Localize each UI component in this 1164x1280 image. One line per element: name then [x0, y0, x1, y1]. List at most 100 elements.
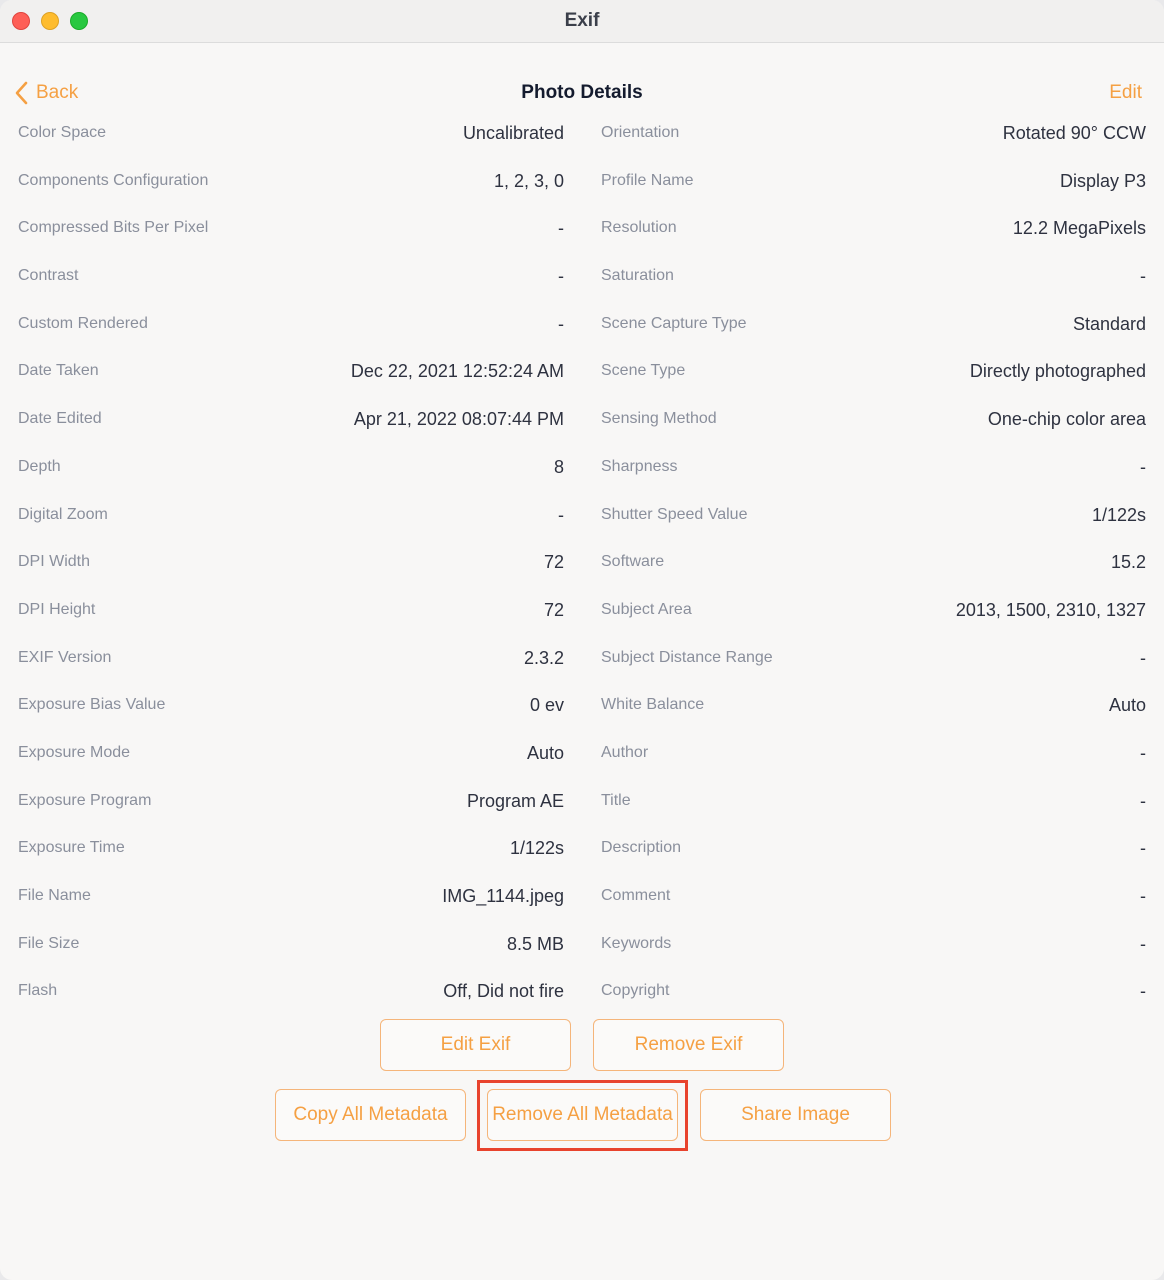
remove-exif-button[interactable]: Remove Exif	[593, 1019, 784, 1071]
metadata-label: Compressed Bits Per Pixel	[18, 219, 209, 237]
metadata-row: Exposure Mode Auto	[18, 732, 564, 780]
metadata-value: -	[1140, 266, 1146, 287]
copy-all-metadata-button[interactable]: Copy All Metadata	[275, 1089, 466, 1141]
metadata-value: Display P3	[1059, 170, 1146, 191]
metadata-row: Sharpness -	[601, 446, 1146, 494]
metadata-label: Digital Zoom	[18, 505, 108, 523]
metadata-value: -	[1140, 647, 1146, 668]
edit-button[interactable]: Edit	[1109, 82, 1142, 104]
metadata-row: EXIF Version 2.3.2	[18, 637, 564, 685]
metadata-label: Orientation	[601, 124, 680, 141]
metadata-value: 8	[553, 456, 564, 477]
metadata-value: 8.5 MB	[506, 933, 564, 954]
metadata-label: File Name	[18, 887, 91, 904]
metadata-label: Title	[601, 791, 631, 809]
metadata-value: -	[1140, 933, 1146, 954]
metadata-row: Scene Capture Type Standard	[601, 303, 1146, 351]
highlight-box	[477, 1080, 688, 1151]
app-window: Exif Back Photo Details Edit Color Space…	[0, 0, 1164, 1280]
metadata-value: 2013, 1500, 2310, 1327	[955, 599, 1146, 620]
metadata-value: 15.2	[1110, 552, 1146, 573]
metadata-label: Depth	[18, 457, 61, 475]
metadata-value: Standard	[1072, 313, 1146, 334]
metadata-label: File Size	[18, 934, 80, 952]
metadata-row: Copyright -	[601, 970, 1146, 1018]
right-metadata-column: Orientation Rotated 90° CCW Profile Name Di…	[601, 112, 1146, 1018]
edit-exif-button[interactable]: Edit Exif	[380, 1019, 571, 1071]
metadata-row: Shutter Speed Value 1/122s	[601, 494, 1146, 542]
metadata-row: File Size 8.5 MB	[18, 923, 564, 971]
metadata-value: Rotated 90° CCW	[1002, 123, 1146, 143]
metadata-row: Compressed Bits Per Pixel -	[18, 207, 564, 255]
metadata-label: Sensing Method	[601, 410, 717, 428]
metadata-row: DPI Width 72	[18, 541, 564, 589]
metadata-value: IMG_1144.jpeg	[442, 886, 564, 906]
metadata-value: -	[1140, 456, 1146, 477]
metadata-label: Keywords	[601, 934, 672, 952]
metadata-value: 72	[543, 599, 564, 620]
metadata-value: Directly photographed	[969, 361, 1146, 382]
metadata-value: -	[1140, 742, 1146, 763]
metadata-row: Keywords -	[601, 923, 1146, 971]
metadata-value: Apr 21, 2022 08:07:44 PM	[353, 409, 564, 430]
metadata-value: -	[1140, 790, 1146, 811]
metadata-label: Profile Name	[601, 171, 694, 189]
metadata-label: Date Taken	[18, 362, 99, 380]
metadata-label: Scene Capture Type	[601, 314, 747, 332]
metadata-label: Subject Area	[601, 600, 692, 618]
metadata-value: -	[1140, 886, 1146, 906]
metadata-row: Color Space Uncalibrated	[18, 112, 564, 160]
metadata-label: Resolution	[601, 219, 677, 237]
metadata-label: Saturation	[601, 267, 674, 285]
metadata-row: Software 15.2	[601, 541, 1146, 589]
metadata-value: -	[558, 313, 564, 334]
metadata-value: 72	[543, 552, 564, 573]
metadata-row: Sensing Method One-chip color area	[601, 398, 1146, 446]
metadata-row: Exposure Bias Value 0 ev	[18, 684, 564, 732]
metadata-row: Profile Name Display P3	[601, 160, 1146, 208]
metadata-row: Digital Zoom -	[18, 494, 564, 542]
left-metadata-column: Color Space Uncalibrated Components Config…	[18, 112, 564, 1018]
metadata-row: DPI Height 72	[18, 589, 564, 637]
metadata-value: -	[558, 504, 564, 525]
metadata-value: Auto	[1108, 695, 1146, 716]
metadata-row: Saturation -	[601, 255, 1146, 303]
metadata-row: Date Taken Dec 22, 2021 12:52:24 AM	[18, 350, 564, 398]
metadata-row: Date Edited Apr 21, 2022 08:07:44 PM	[18, 398, 564, 446]
metadata-value: 1/122s	[509, 838, 564, 859]
metadata-row: White Balance Auto	[601, 684, 1146, 732]
metadata-label: Color Space	[18, 124, 107, 141]
metadata-label: EXIF Version	[18, 648, 112, 666]
metadata-label: Shutter Speed Value	[601, 505, 748, 523]
metadata-label: Custom Rendered	[18, 314, 148, 332]
title-bar: Exif	[0, 0, 1164, 43]
metadata-value: Uncalibrated	[462, 123, 564, 143]
metadata-label: Components Configuration	[18, 171, 209, 189]
metadata-value: -	[1140, 981, 1146, 1002]
metadata-value: -	[1140, 838, 1146, 859]
page-title: Photo Details	[521, 82, 643, 103]
metadata-label: Exposure Bias Value	[18, 696, 166, 714]
metadata-row: File Name IMG_1144.jpeg	[18, 875, 564, 923]
metadata-value: 1, 2, 3, 0	[493, 170, 564, 191]
metadata-value: 2.3.2	[523, 647, 564, 668]
metadata-label: Software	[601, 553, 665, 571]
metadata-label: Copyright	[601, 982, 670, 1000]
metadata-row: Resolution 12.2 MegaPixels	[601, 207, 1146, 255]
metadata-label: Sharpness	[601, 457, 678, 475]
window-title: Exif	[564, 10, 600, 31]
metadata-label: White Balance	[601, 696, 705, 714]
metadata-label: Scene Type	[601, 362, 686, 380]
share-image-button[interactable]: Share Image	[700, 1089, 891, 1141]
metadata-row: Subject Area 2013, 1500, 2310, 1327	[601, 589, 1146, 637]
metadata-row: Exposure Program Program AE	[18, 780, 564, 828]
metadata-label: Subject Distance Range	[601, 648, 773, 666]
metadata-row: Custom Rendered -	[18, 303, 564, 351]
metadata-label: Date Edited	[18, 410, 102, 428]
metadata-value: Auto	[526, 742, 564, 763]
metadata-row: Comment -	[601, 875, 1146, 923]
metadata-label: Contrast	[18, 267, 79, 285]
metadata-label: Comment	[601, 887, 671, 904]
metadata-value: Program AE	[466, 790, 564, 811]
metadata-label: Flash	[18, 982, 58, 1000]
